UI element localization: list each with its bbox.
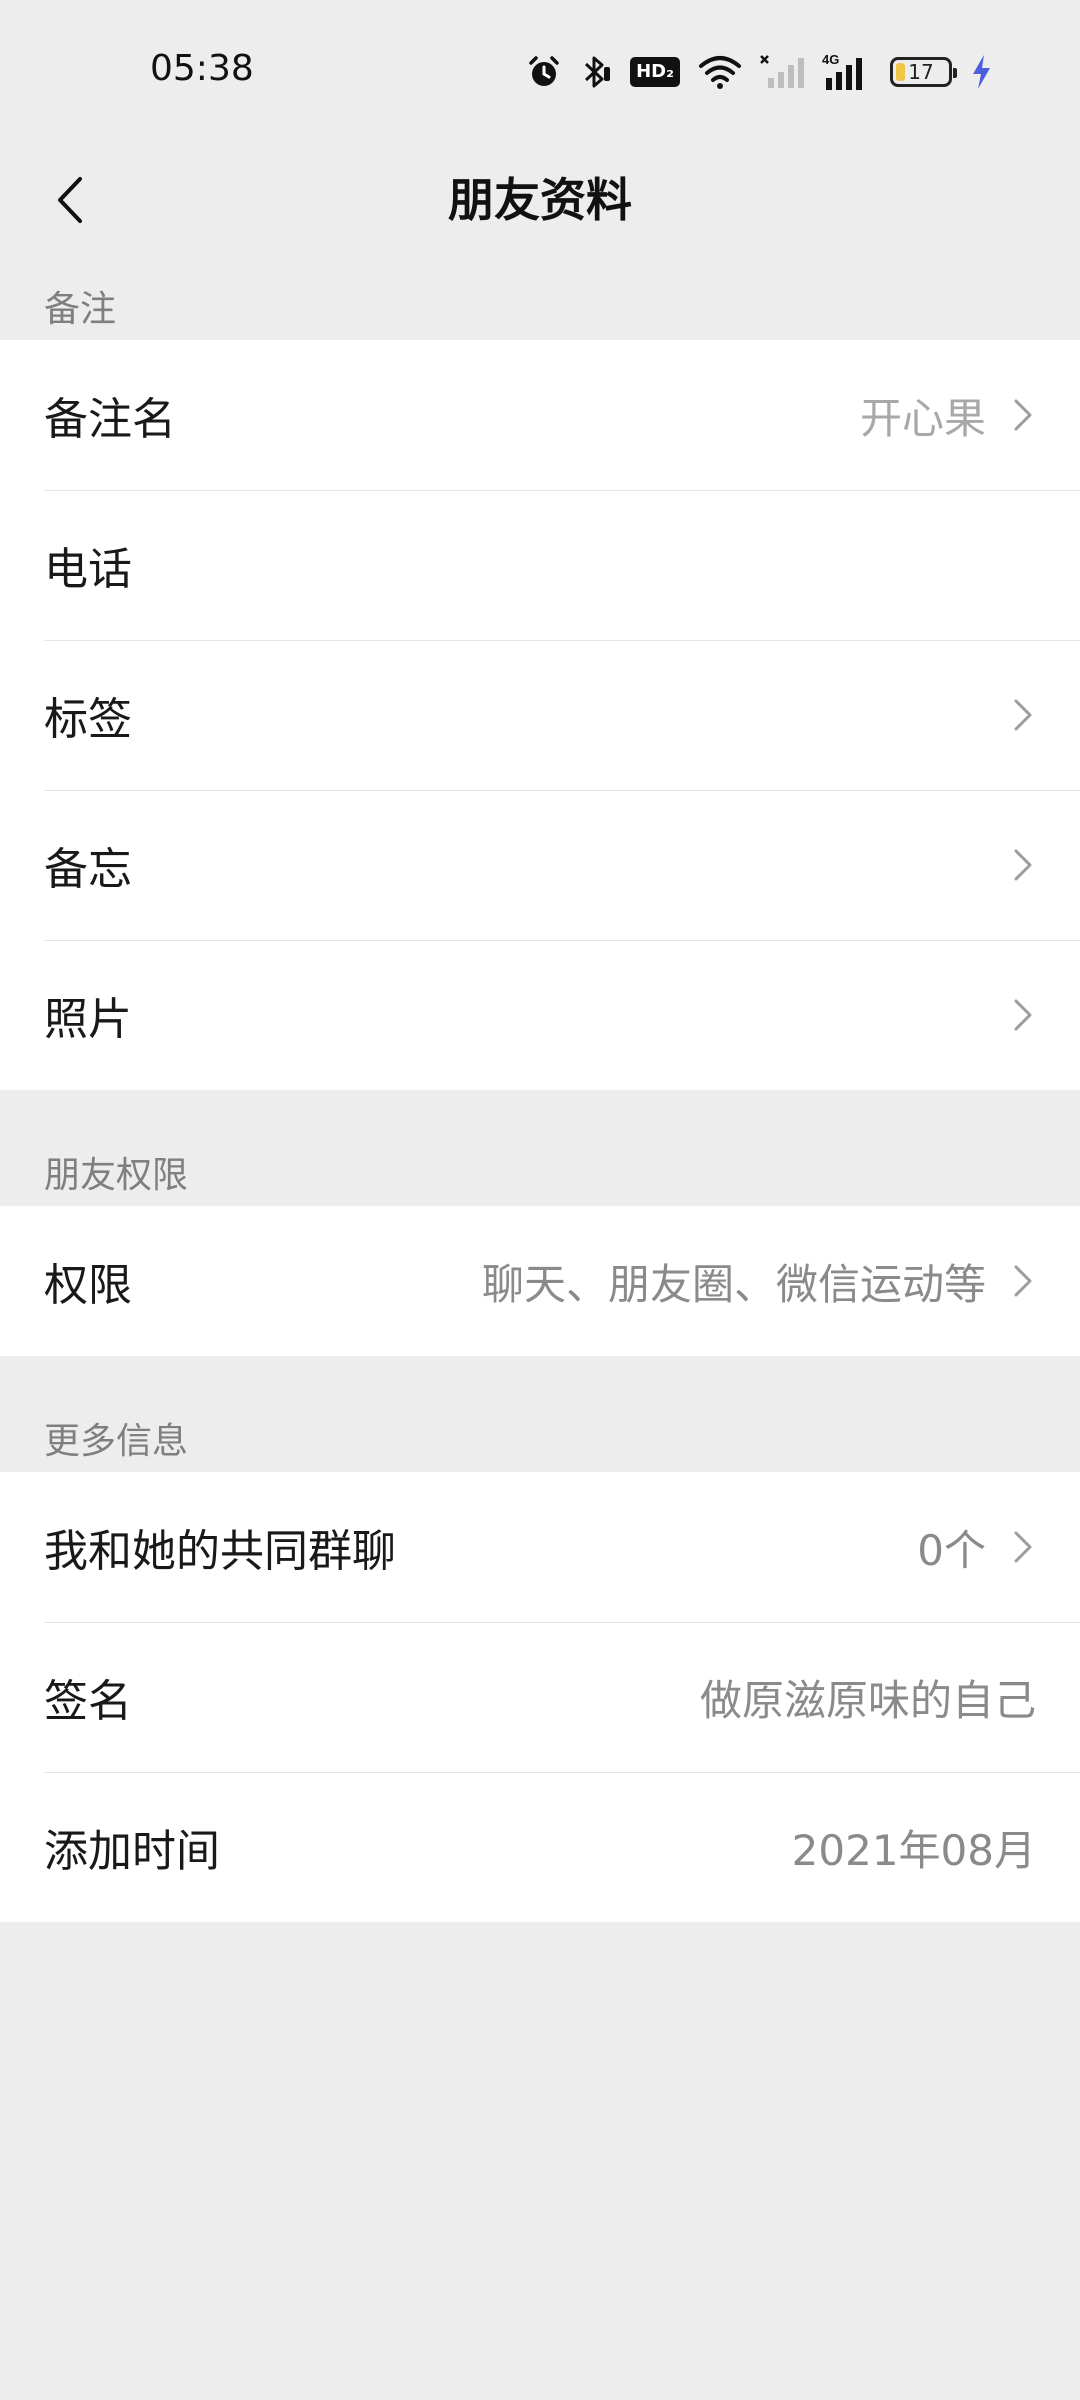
signal-off-icon (760, 54, 804, 90)
row-label: 备忘 (44, 844, 132, 895)
row-signature: 签名 做原滋原味的自己 (0, 1622, 1080, 1772)
signal-4g-icon: 4G (822, 52, 872, 92)
status-icons: HD₂ 4G 17 (526, 50, 992, 94)
row-label: 电话 (44, 544, 132, 595)
row-label: 我和她的共同群聊 (44, 1526, 396, 1577)
bluetooth-icon (580, 53, 612, 91)
row-value: 聊天、朋友圈、微信运动等 (481, 1259, 986, 1309)
chevron-right-icon (1010, 1261, 1036, 1301)
row-value: 0个 (917, 1525, 986, 1575)
row-remark-name[interactable]: 备注名 开心果 (0, 340, 1080, 490)
section-header-more-info: 更多信息 (44, 1421, 189, 1462)
row-label: 添加时间 (44, 1826, 220, 1877)
nav-bar: 朋友资料 (0, 140, 1080, 260)
row-phone[interactable]: 电话 (0, 490, 1080, 640)
chevron-right-icon (1010, 995, 1036, 1035)
status-bar: 05:38 HD₂ 4G 17 (0, 0, 1080, 140)
section-header-permissions: 朋友权限 (44, 1155, 189, 1196)
svg-text:4G: 4G (822, 52, 839, 67)
row-label: 权限 (44, 1260, 132, 1311)
chevron-right-icon (1010, 695, 1036, 735)
row-permissions[interactable]: 权限 聊天、朋友圈、微信运动等 (0, 1206, 1080, 1356)
section-header-remark: 备注 (44, 289, 117, 330)
status-time: 05:38 (150, 48, 254, 89)
row-value: 做原滋原味的自己 (699, 1675, 1036, 1725)
chevron-right-icon (1010, 845, 1036, 885)
row-value: 2021年08月 (791, 1825, 1036, 1875)
row-common-groups[interactable]: 我和她的共同群聊 0个 (0, 1472, 1080, 1622)
chevron-left-icon (58, 177, 82, 223)
row-value: 开心果 (859, 393, 986, 443)
row-tags[interactable]: 标签 (0, 640, 1080, 790)
chevron-right-icon (1010, 395, 1036, 435)
battery-icon: 17 (890, 57, 957, 87)
charging-icon (970, 53, 992, 91)
row-memo[interactable]: 备忘 (0, 790, 1080, 940)
page-title: 朋友资料 (448, 173, 632, 227)
battery-percent: 17 (908, 60, 934, 84)
alarm-icon (526, 54, 562, 90)
back-button[interactable] (30, 160, 110, 240)
hd-icon: HD₂ (630, 57, 680, 87)
row-added-time: 添加时间 2021年08月 (0, 1772, 1080, 1922)
permissions-group: 权限 聊天、朋友圈、微信运动等 (0, 1206, 1080, 1356)
remark-group: 备注名 开心果 电话 标签 备忘 照片 (0, 340, 1080, 1090)
row-label: 照片 (44, 994, 132, 1045)
more-info-group: 我和她的共同群聊 0个 签名 做原滋原味的自己 添加时间 2021年08月 (0, 1472, 1080, 1922)
row-label: 签名 (44, 1676, 132, 1727)
chevron-right-icon (1010, 1527, 1036, 1567)
row-photos[interactable]: 照片 (0, 940, 1080, 1090)
row-label: 标签 (44, 694, 132, 745)
row-label: 备注名 (44, 394, 176, 445)
wifi-icon (698, 54, 742, 90)
